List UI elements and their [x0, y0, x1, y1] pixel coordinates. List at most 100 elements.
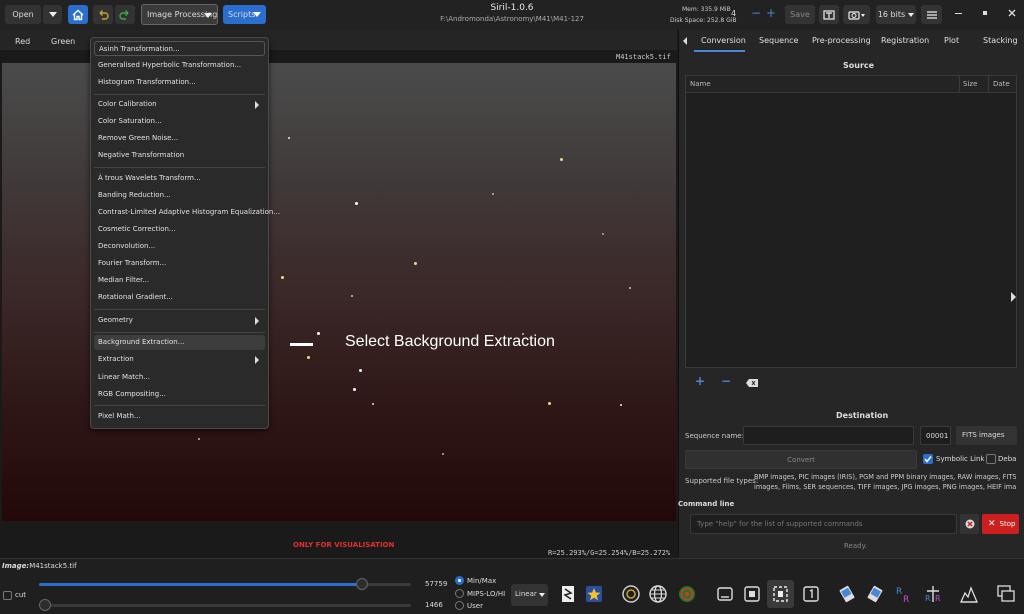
- column-size[interactable]: Size: [963, 80, 977, 88]
- menu-item-color-saturation[interactable]: Color Saturation...: [94, 114, 265, 129]
- column-date[interactable]: Date: [993, 80, 1010, 88]
- svg-text:R: R: [925, 594, 931, 603]
- panel-toggle-arrow-icon[interactable]: [1011, 292, 1016, 302]
- siril-window: Open Image Processing Scripts Siril-1.0.…: [0, 0, 1024, 614]
- visualisation-note: ONLY FOR VISUALISATION: [293, 541, 395, 549]
- menu-item-color-calibration[interactable]: Color Calibration: [94, 97, 265, 112]
- star-tool-icon[interactable]: [583, 583, 605, 605]
- symbolic-link-label: Symbolic Link: [936, 455, 985, 463]
- command-line-input[interactable]: Type "help" for the list of supported co…: [690, 514, 957, 534]
- menu-item-deconvolution[interactable]: Deconvolution...: [94, 239, 265, 254]
- add-file-button[interactable]: +: [695, 374, 705, 388]
- photometry-icon[interactable]: [620, 583, 642, 605]
- home-button[interactable]: [68, 5, 88, 24]
- minimize-button[interactable]: [955, 13, 962, 14]
- menu-item-wavelets[interactable]: À trous Wavelets Transform...: [94, 171, 265, 186]
- menu-item-clahe[interactable]: Contrast-Limited Adaptive Histogram Equa…: [94, 205, 280, 220]
- rotate-right-icon[interactable]: [864, 583, 886, 605]
- tab-green[interactable]: Green: [51, 37, 75, 46]
- menu-item-background-extraction[interactable]: Background Extraction...: [94, 335, 265, 350]
- save-button[interactable]: Save: [785, 5, 815, 24]
- file-list[interactable]: Name Size Date: [685, 75, 1017, 368]
- menu-separator: [94, 167, 265, 168]
- stop-button[interactable]: ✕ Stop: [982, 514, 1019, 534]
- tab-sequence[interactable]: Sequence: [759, 36, 798, 45]
- annotation-dash: [290, 343, 313, 346]
- remove-file-button[interactable]: −: [721, 374, 731, 388]
- high-slider-track[interactable]: [39, 578, 411, 590]
- radio-mips[interactable]: [455, 589, 464, 598]
- star: [372, 403, 374, 405]
- menu-item-asinh[interactable]: Asinh Transformation...: [94, 41, 265, 56]
- menu-item-extraction[interactable]: Extraction: [94, 352, 265, 367]
- hamburger-menu-button[interactable]: [921, 5, 942, 24]
- tab-red[interactable]: Red: [15, 37, 30, 46]
- menu-item-fourier[interactable]: Fourier Transform...: [94, 256, 265, 271]
- debayer-checkbox[interactable]: [986, 454, 996, 464]
- open-button[interactable]: Open: [5, 5, 41, 24]
- display-mode-normal-icon[interactable]: [714, 583, 736, 605]
- display-mode-fit-icon[interactable]: [741, 583, 763, 605]
- tab-conversion[interactable]: Conversion: [701, 36, 746, 45]
- mirror-y-icon[interactable]: RR: [922, 583, 944, 605]
- thread-count[interactable]: 4: [731, 9, 736, 18]
- globe-icon[interactable]: [647, 583, 669, 605]
- thread-decrease-button[interactable]: −: [751, 6, 761, 20]
- zoom-one-icon[interactable]: [800, 583, 822, 605]
- tab-registration[interactable]: Registration: [881, 36, 929, 45]
- clear-command-button[interactable]: [960, 514, 979, 534]
- undo-button[interactable]: [93, 5, 113, 24]
- cut-checkbox[interactable]: [3, 591, 12, 600]
- column-name[interactable]: Name: [690, 80, 711, 88]
- radio-user[interactable]: [455, 601, 464, 610]
- menu-item-negative[interactable]: Negative Transformation: [94, 148, 265, 163]
- open-dropdown-button[interactable]: [43, 5, 62, 24]
- menu-item-rgb-compositing[interactable]: RGB Compositing...: [94, 387, 265, 402]
- menu-item-rotational[interactable]: Rotational Gradient...: [94, 290, 265, 305]
- convert-button[interactable]: Convert: [685, 450, 917, 469]
- low-slider-handle[interactable]: [39, 599, 51, 611]
- symbolic-link-checkbox[interactable]: [923, 454, 933, 464]
- scripts-menu-button[interactable]: Scripts: [223, 5, 266, 24]
- bit-depth-dropdown[interactable]: 16 bits: [876, 5, 916, 24]
- menu-item-remove-green-noise[interactable]: Remove Green Noise...: [94, 131, 265, 146]
- command-line-heading: Command line: [678, 500, 735, 508]
- snapshot-button[interactable]: [819, 5, 839, 24]
- tab-scroll-left-icon[interactable]: [682, 37, 688, 45]
- output-format-dropdown[interactable]: FITS images: [956, 426, 1017, 445]
- sequence-start-number[interactable]: 00001: [920, 426, 951, 445]
- tab-plot[interactable]: Plot: [944, 36, 959, 45]
- menu-item-cosmetic[interactable]: Cosmetic Correction...: [94, 222, 265, 237]
- scale-dropdown[interactable]: Linear: [511, 584, 548, 606]
- camera-menu-button[interactable]: [843, 5, 870, 24]
- menu-item-linear-match[interactable]: Linear Match...: [94, 370, 265, 385]
- tab-pre-processing[interactable]: Pre-processing: [812, 36, 871, 45]
- target-icon[interactable]: [676, 583, 698, 605]
- window-layout-icon[interactable]: [995, 583, 1017, 605]
- menu-item-pixel-math[interactable]: Pixel Math...: [94, 409, 265, 424]
- image-processing-menu-button[interactable]: Image Processing: [141, 4, 218, 25]
- high-value: 57759: [425, 580, 448, 588]
- close-icon[interactable]: [1008, 9, 1016, 17]
- menu-item-ght[interactable]: Generalised Hyperbolic Transformation...: [94, 58, 265, 73]
- histogram-stretch-icon[interactable]: [557, 583, 579, 605]
- mirror-x-icon[interactable]: RR: [893, 583, 915, 605]
- menu-item-median[interactable]: Median Filter...: [94, 273, 265, 288]
- redo-button[interactable]: [115, 5, 135, 24]
- zoom-fit-button[interactable]: [767, 580, 794, 608]
- radio-minmax[interactable]: [455, 576, 464, 585]
- menu-item-histogram[interactable]: Histogram Transformation...: [94, 75, 265, 90]
- caret-down-icon: [539, 593, 545, 597]
- column-divider: [988, 76, 989, 93]
- sequence-name-input[interactable]: [743, 426, 914, 445]
- low-slider-track[interactable]: [39, 599, 411, 611]
- menu-item-banding[interactable]: Banding Reduction...: [94, 188, 265, 203]
- clear-list-icon[interactable]: [746, 379, 758, 387]
- histogram-icon[interactable]: [958, 583, 980, 605]
- rotate-left-icon[interactable]: [836, 583, 858, 605]
- thread-increase-button[interactable]: +: [766, 6, 776, 20]
- menu-item-geometry[interactable]: Geometry: [94, 313, 265, 328]
- high-slider-handle[interactable]: [356, 578, 368, 590]
- tab-stacking[interactable]: Stacking: [983, 36, 1018, 45]
- maximize-button[interactable]: [983, 11, 987, 15]
